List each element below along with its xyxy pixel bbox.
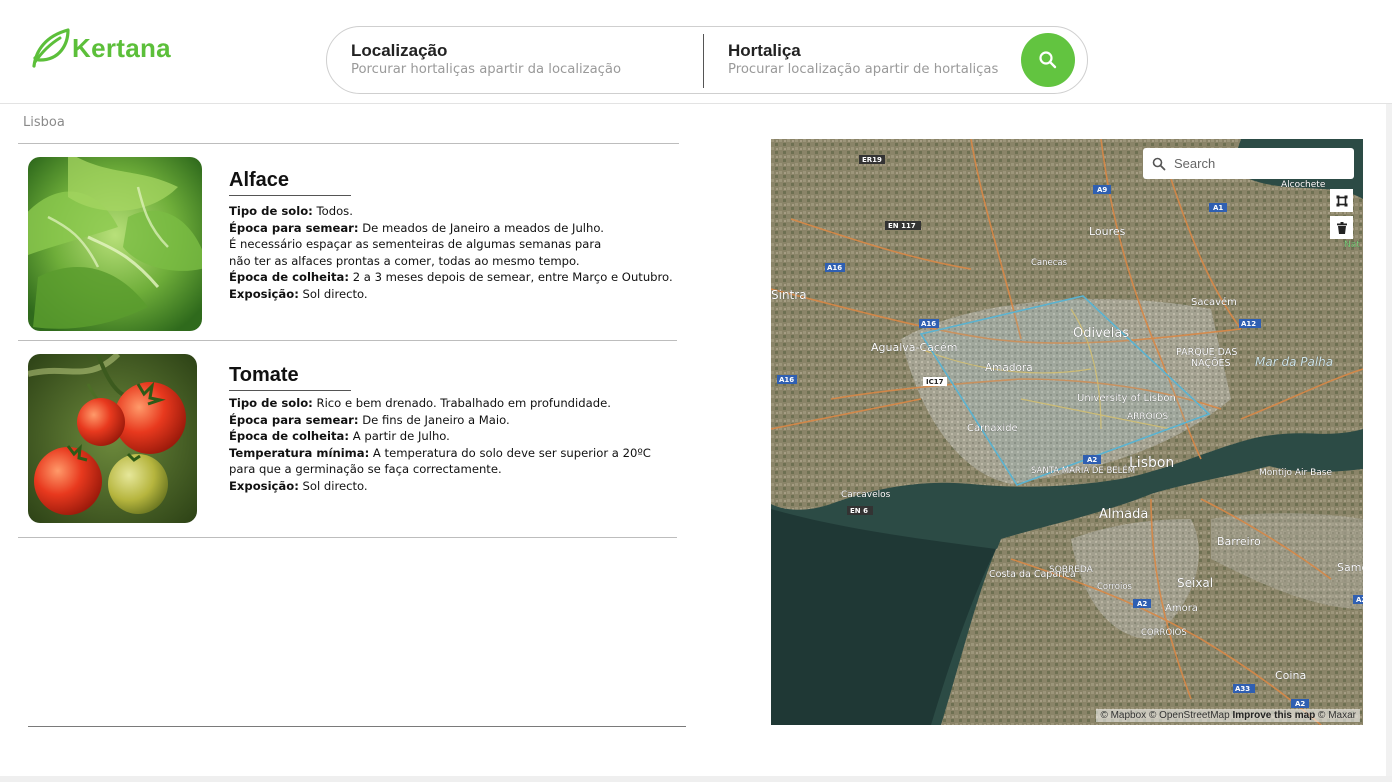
polygon-draw-button[interactable] [1330,189,1353,212]
search-icon [1039,51,1057,69]
vegetable-field-placeholder: Procurar localização apartir de hortaliç… [728,62,999,77]
road-label: A33 [1235,685,1250,693]
place-label: NAÇÕES [1191,357,1231,369]
desc-line: Exposição: Sol directo. [229,286,368,301]
road-label: EN 6 [850,507,868,515]
place-label: Seixal [1177,576,1213,590]
place-label: Odivelas [1073,326,1129,341]
place-label: Carcavelos [841,490,891,500]
search-divider [703,34,704,88]
list-bottom-divider [28,726,686,727]
title-underline [229,195,351,196]
road-label: EN 117 [888,222,916,230]
road-label: A1 [1213,204,1223,212]
place-label: Samora [1337,561,1363,574]
place-label: Amora [1165,603,1198,614]
desc-line: Época para semear: De meados de Janeiro … [229,220,604,235]
location-field-title: Localização [351,41,448,60]
place-label: Lisbon [1129,455,1174,471]
road-label: A12 [1241,320,1256,328]
search-button[interactable] [1021,33,1075,87]
breadcrumb[interactable]: Lisboa [23,115,65,130]
map-view[interactable]: ER19 A9 A1 EN 117 A16 A16 A12 IC17 A16 A… [771,139,1363,725]
polygon-draw-icon [1336,195,1347,206]
place-label: Nat [1344,240,1360,250]
desc-line: Exposição: Sol directo. [229,478,368,493]
list-item-divider [18,340,677,341]
tomato-image [28,354,197,523]
vegetable-field-title: Hortaliça [728,41,801,60]
vegetable-search-field[interactable]: Hortaliça Procurar localização apartir d… [728,41,998,79]
place-label: SANTA MARIA DE BELÉM [1031,464,1135,476]
road-label: IC17 [926,378,944,386]
place-label: Carnaxide [967,423,1018,434]
satellite-map: ER19 A9 A1 EN 117 A16 A16 A12 IC17 A16 A… [771,139,1363,725]
place-label: Amadora [985,362,1033,374]
location-field-placeholder: Porcurar hortaliças apartir da localizaç… [351,62,622,77]
location-search-field[interactable]: Localização Porcurar hortaliças apartir … [351,41,621,79]
road-label: A2 [1295,700,1305,708]
road-label: A16 [779,376,794,384]
search-icon [1152,157,1166,170]
place-label: Canecas [1031,258,1068,268]
desc-line: É necessário espaçar as sementeiras de a… [229,237,602,252]
delete-shape-button[interactable] [1330,216,1353,239]
place-label: Loures [1089,225,1126,238]
place-label: ARROIOS [1127,412,1168,422]
lettuce-image [28,157,202,331]
item-description: Tipo de solo: Todos. Época para semear: … [229,203,673,303]
road-label: A16 [827,264,842,272]
list-item-tomate[interactable]: Tomate Tipo de solo: Rico e bem drenado.… [28,354,678,524]
improve-map-link[interactable]: Improve this map [1232,710,1315,721]
desc-line: Época para semear: De fins de Janeiro a … [229,412,510,427]
title-underline [229,390,351,391]
map-attribution: © Mapbox © OpenStreetMap Improve this ma… [1096,709,1360,722]
brand-logo[interactable]: Kertana [26,26,171,70]
item-title: Alface [229,169,290,191]
road-label: A16 [921,320,936,328]
place-label: University of Lisbon [1077,393,1176,404]
place-label: Coina [1275,669,1306,682]
place-label: Alcochete [1281,180,1326,190]
place-label: Sacavém [1191,296,1237,308]
place-label: SOBREDA [1049,565,1094,575]
list-item-divider [18,537,677,538]
desc-line: Tipo de solo: Todos. [229,204,353,218]
road-label: A2 [1087,456,1097,464]
brand-name: Kertana [72,32,171,63]
desc-line: Época de colheita: A partir de Julho. [229,429,450,444]
leaf-icon [32,28,70,68]
desc-line: Temperatura mínima: A temperatura do sol… [229,445,651,460]
road-label: A2 [1356,596,1363,604]
place-label: Barreiro [1217,535,1261,548]
list-item-alface[interactable]: Alface Tipo de solo: Todos. Época para s… [28,157,678,333]
place-label: Agualva-Cacém [871,341,957,354]
search-bar: Localização Porcurar hortaliças apartir … [326,26,1088,94]
list-top-divider [18,143,679,144]
map-search-input[interactable]: Search [1143,148,1354,179]
place-label: Sintra [771,288,807,302]
place-label: PARQUE DAS [1176,347,1237,358]
item-description: Tipo de solo: Rico e bem drenado. Trabal… [229,395,651,495]
road-label: A2 [1137,600,1147,608]
place-label: Corroios [1097,582,1133,592]
desc-line: Época de colheita: 2 a 3 meses depois de… [229,270,673,285]
trash-icon [1336,221,1347,234]
road-label: A9 [1097,186,1107,194]
desc-line: para que a germinação se faça correctame… [229,462,502,477]
item-title: Tomate [229,364,299,386]
top-header: Kertana Localização Porcurar hortaliças … [0,0,1392,104]
page-scrollbar[interactable] [1386,104,1392,776]
desc-line: não ter as alfaces prontas a comer, toda… [229,253,580,268]
place-label: Mar da Palha [1255,355,1333,369]
bottom-bar [0,776,1392,782]
desc-line: Tipo de solo: Rico e bem drenado. Trabal… [229,396,611,410]
map-search-placeholder: Search [1174,156,1216,171]
place-label: Almada [1099,507,1148,522]
place-label: Montijo Air Base [1259,468,1332,478]
place-label: CORROIOS [1141,628,1187,638]
road-label: ER19 [862,156,882,164]
